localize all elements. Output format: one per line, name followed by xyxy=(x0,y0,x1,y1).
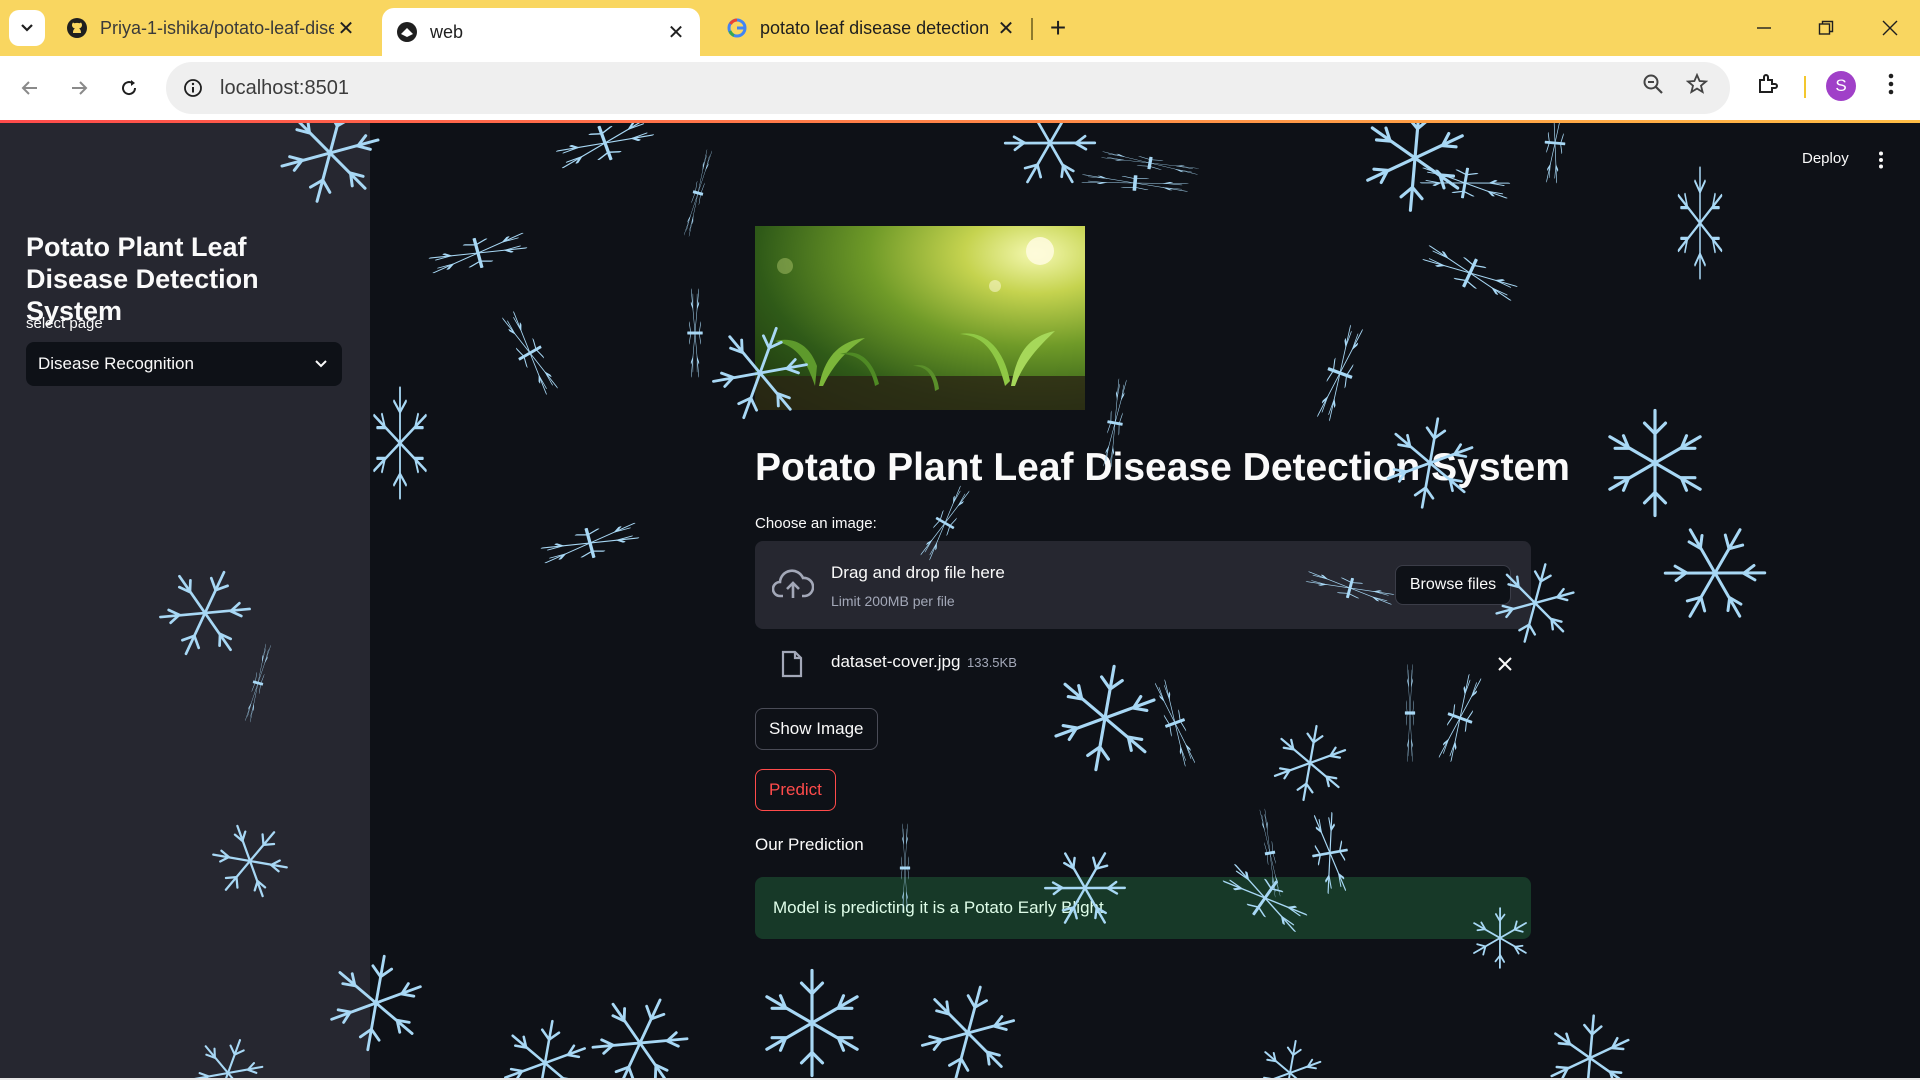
restore-button[interactable] xyxy=(1804,8,1848,48)
page-title: Potato Plant Leaf Disease Detection Syst… xyxy=(755,446,1570,489)
more-vertical-icon xyxy=(1879,151,1883,169)
snowflake-icon xyxy=(581,981,699,1080)
browser-menu-button[interactable] xyxy=(1876,69,1906,99)
more-vertical-icon xyxy=(1888,73,1894,95)
chevron-down-icon xyxy=(315,360,327,368)
github-icon xyxy=(66,17,88,39)
site-info-icon[interactable] xyxy=(180,75,206,101)
snowflake-icon xyxy=(496,308,564,398)
tab-title: potato leaf disease detection - xyxy=(760,17,994,38)
new-tab-button[interactable]: + xyxy=(1042,12,1074,44)
snowflake-icon xyxy=(992,123,1108,203)
address-bar[interactable]: localhost:8501 xyxy=(166,62,1730,114)
sidebar: Potato Plant Leaf Disease Detection Syst… xyxy=(0,123,370,1080)
page-select[interactable]: Disease Recognition xyxy=(26,342,342,386)
snowflake-icon xyxy=(1608,408,1702,518)
snowflake-icon xyxy=(1418,159,1512,207)
snowflake-icon xyxy=(1081,169,1189,197)
star-icon xyxy=(1686,73,1708,94)
uploader-label: Choose an image: xyxy=(755,515,877,532)
snowflake-icon xyxy=(1419,237,1521,309)
select-page-label: select page xyxy=(26,315,103,332)
zoom-out-icon xyxy=(1643,74,1663,94)
deploy-button[interactable]: Deploy xyxy=(1802,150,1849,167)
cloud-upload-icon xyxy=(771,568,815,607)
close-icon xyxy=(1882,20,1898,36)
snowflake-icon xyxy=(765,968,859,1078)
snowflake-icon xyxy=(1310,322,1370,424)
remove-file-button[interactable] xyxy=(1493,652,1517,676)
snowflake-icon xyxy=(1255,1035,1325,1080)
snowflake-icon xyxy=(1540,123,1570,184)
toolbar-separator xyxy=(1804,76,1806,98)
tab-separator xyxy=(1031,18,1033,40)
tab-web[interactable]: web ✕ xyxy=(382,8,700,56)
snowflake-icon xyxy=(914,975,1022,1080)
profile-avatar[interactable]: S xyxy=(1826,71,1856,101)
selected-page: Disease Recognition xyxy=(38,354,194,373)
streamlit-icon xyxy=(396,21,418,43)
snowflake-icon xyxy=(1676,166,1724,280)
snowflake-icon xyxy=(1432,671,1488,765)
snowflake-icon xyxy=(1651,506,1779,640)
reload-icon xyxy=(122,80,137,96)
file-size: 133.5KB xyxy=(967,655,1017,670)
tab-github[interactable]: Priya-1-ishika/potato-leaf-disea ✕ xyxy=(52,8,370,48)
reload-button[interactable] xyxy=(111,70,147,106)
show-image-button[interactable]: Show Image xyxy=(755,708,878,750)
snowflake-icon xyxy=(686,288,704,378)
plant-sprouts-image xyxy=(755,237,1085,410)
uploaded-file: dataset-cover.jpg 133.5KB xyxy=(755,644,1531,684)
predict-button[interactable]: Predict xyxy=(755,769,836,811)
arrow-left-icon xyxy=(21,81,37,95)
snowflake-icon xyxy=(1270,719,1350,807)
app-menu-button[interactable] xyxy=(1870,146,1892,174)
snowflake-icon xyxy=(500,1013,590,1080)
close-icon[interactable]: ✕ xyxy=(334,16,358,40)
zoom-button[interactable] xyxy=(1638,69,1668,99)
extensions-button[interactable] xyxy=(1753,69,1783,99)
puzzle-icon xyxy=(1759,74,1778,93)
minimize-button[interactable] xyxy=(1742,8,1786,48)
dropzone-limit: Limit 200MB per file xyxy=(831,593,955,609)
file-icon xyxy=(781,650,803,683)
snowflake-icon xyxy=(426,224,530,282)
google-icon xyxy=(726,17,748,39)
tab-title: web xyxy=(430,21,464,42)
snowflake-icon xyxy=(1100,147,1200,179)
snowflake-icon xyxy=(553,123,657,178)
snowflake-icon xyxy=(538,514,642,572)
file-name: dataset-cover.jpg xyxy=(831,652,961,671)
address-text: localhost:8501 xyxy=(220,76,349,99)
file-dropzone[interactable]: Drag and drop file here Limit 200MB per … xyxy=(755,541,1531,629)
minimize-icon xyxy=(1757,27,1771,29)
browser-tab-bar: Priya-1-ishika/potato-leaf-disea ✕ web ✕… xyxy=(0,0,1920,56)
snowflake-icon xyxy=(1363,123,1467,216)
tab-title: Priya-1-ishika/potato-leaf-disea xyxy=(100,17,334,38)
close-icon xyxy=(1498,657,1512,671)
close-icon[interactable]: ✕ xyxy=(664,20,688,44)
prediction-heading: Our Prediction xyxy=(755,835,864,854)
back-button[interactable] xyxy=(12,70,48,106)
prediction-result: Model is predicting it is a Potato Early… xyxy=(755,877,1531,939)
snowflake-icon xyxy=(372,386,428,500)
snowflake-icon xyxy=(1548,1011,1632,1080)
snowflake-icon xyxy=(1149,677,1201,769)
snowflake-icon xyxy=(680,148,716,238)
tab-search-button[interactable] xyxy=(9,10,45,46)
chevron-down-icon xyxy=(21,24,33,32)
restore-icon xyxy=(1818,20,1834,35)
tab-google-search[interactable]: potato leaf disease detection - ✕ xyxy=(712,8,1030,48)
sidebar-title: Potato Plant Leaf Disease Detection Syst… xyxy=(26,232,259,326)
arrow-right-icon xyxy=(72,81,88,95)
bookmark-button[interactable] xyxy=(1682,69,1712,99)
browse-files-button[interactable]: Browse files xyxy=(1395,565,1511,605)
dropzone-title: Drag and drop file here xyxy=(831,563,1005,582)
forward-button[interactable] xyxy=(61,70,97,106)
close-window-button[interactable] xyxy=(1868,8,1912,48)
browser-toolbar: localhost:8501 S xyxy=(0,56,1920,120)
banner-image xyxy=(755,226,1085,410)
close-icon[interactable]: ✕ xyxy=(994,16,1018,40)
